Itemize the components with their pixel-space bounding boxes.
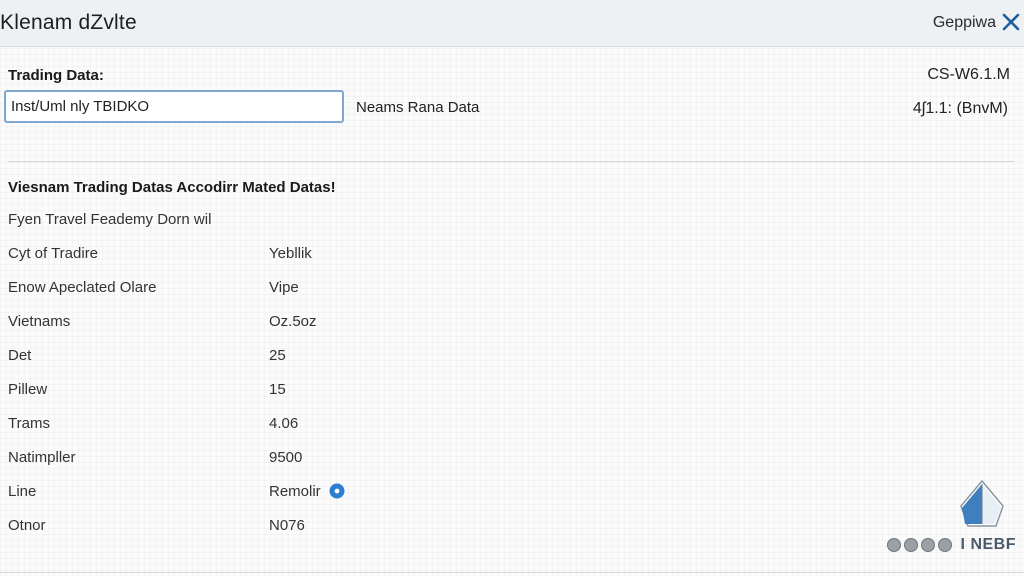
row-value: 9500 — [269, 449, 303, 466]
field-label: Neams Rana Data — [356, 99, 480, 116]
row-label: Line — [8, 483, 37, 500]
brand-text: I NEBF — [960, 536, 1016, 553]
row-label: Trams — [8, 415, 50, 432]
list-item: Pillew 15 — [0, 372, 400, 406]
close-button[interactable] — [998, 8, 1024, 36]
meta-code: CS-W6.1.M — [927, 66, 1010, 83]
list-item: Vietnams Oz.5oz — [0, 304, 400, 338]
footer-divider — [0, 572, 1024, 573]
row-label: Otnor — [8, 517, 46, 534]
list-item: Line Remolir — [0, 474, 400, 508]
row-value: N076 — [269, 517, 305, 534]
row-value: 15 — [269, 381, 286, 398]
data-list: Cyt of Tradire Yebllik Enow Apeclated Ol… — [0, 236, 400, 542]
info-icon[interactable] — [329, 483, 345, 499]
row-value: Vipe — [269, 279, 299, 296]
circle-icon[interactable] — [921, 538, 935, 552]
row-label: Pillew — [8, 381, 48, 398]
list-item: Otnor N076 — [0, 508, 400, 542]
content-subheading: Fyen Travel Feademy Dorn wil — [8, 211, 212, 228]
app-title: Klenam dZvlte — [0, 11, 137, 34]
row-value: 25 — [269, 347, 286, 364]
circle-icon[interactable] — [904, 538, 918, 552]
row-value: Remolir — [269, 483, 321, 500]
list-item: Enow Apeclated Olare Vipe — [0, 270, 400, 304]
meta-value: 4ʃ1.1: (BnvM) — [912, 100, 1008, 117]
search-input[interactable] — [4, 90, 344, 123]
list-item: Natimpller 9500 — [0, 440, 400, 474]
list-item: Det 25 — [0, 338, 400, 372]
row-label: Enow Apeclated Olare — [8, 279, 157, 296]
close-icon — [1002, 13, 1020, 31]
circle-icon[interactable] — [887, 538, 901, 552]
row-value: Oz.5oz — [269, 313, 317, 330]
list-item: Trams 4.06 — [0, 406, 400, 440]
row-label: Cyt of Tradire — [8, 245, 99, 262]
list-item: Cyt of Tradire Yebllik — [0, 236, 400, 270]
row-value: Yebllik — [269, 245, 312, 262]
divider — [8, 161, 1014, 162]
row-value: 4.06 — [269, 415, 299, 432]
section-label: Trading Data: — [8, 67, 104, 84]
menu-label[interactable]: Geppiwa — [933, 14, 996, 32]
content-heading: Viesnam Trading Datas Accodirr Mated Dat… — [8, 179, 336, 196]
title-bar: Klenam dZvlte Geppiwa — [0, 0, 1024, 47]
footer-icons — [887, 538, 952, 552]
circle-icon[interactable] — [938, 538, 952, 552]
compass-logo-icon — [960, 479, 1004, 527]
row-label: Vietnams — [8, 313, 71, 330]
row-label: Natimpller — [8, 449, 76, 466]
row-label: Det — [8, 347, 32, 364]
